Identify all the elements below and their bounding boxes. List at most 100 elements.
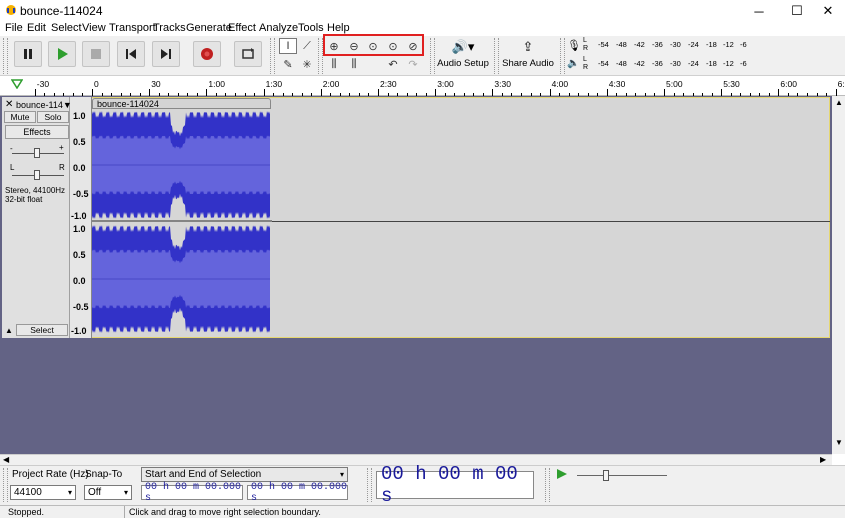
audio-setup-button[interactable]: 🔊▾ Audio Setup [437,39,489,73]
scroll-right-icon[interactable]: ▶ [820,455,826,464]
pause-icon [24,49,32,59]
menu-effect[interactable]: Effect [228,22,256,35]
zoom-toggle-icon[interactable]: ⊘ [404,38,422,54]
fit-project-icon[interactable]: ⊙ [384,38,402,54]
selection-mode-value: Start and End of Selection [145,469,262,480]
scale-label: 1.0 [73,111,86,121]
play-head-icon[interactable] [11,79,23,89]
selection-end-time[interactable]: 00 h 00 m 00.000 s [247,482,348,504]
play-button[interactable] [48,41,76,67]
record-meter[interactable]: L R -54 -48 -42 -36 -30 -24 -18 -12 -6 [578,37,750,55]
meter-tick: -12 [723,40,734,49]
gain-slider-thumb[interactable] [34,148,40,158]
audacity-app-icon [6,5,16,15]
undo-icon[interactable]: ↶ [384,56,402,72]
toolbar-grip[interactable] [3,38,8,74]
zoom-in-icon[interactable]: ⊕ [325,38,343,54]
meter-tick: -36 [652,59,663,68]
timeline-ruler[interactable]: -30 0 30 1:00 1:30 2:00 2:30 3:00 3:30 4:00 4:30 5:… [0,76,845,96]
skip-to-start-button[interactable] [117,41,145,67]
maximize-button[interactable]: ☐ [780,0,814,22]
toolbar-grip[interactable] [318,38,323,74]
scroll-down-icon[interactable]: ▼ [835,438,843,447]
menu-help[interactable]: Help [327,22,350,35]
toolbar-grip[interactable] [545,468,550,502]
envelope-tool-icon[interactable]: ⟋ [298,38,316,54]
track-format-depth: 32-bit float [5,195,43,204]
minimize-button[interactable]: ─ [742,0,776,22]
menu-analyze[interactable]: Analyze [259,22,298,35]
zoom-out-icon[interactable]: ⊖ [345,38,363,54]
record-icon [201,48,213,60]
menu-generate[interactable]: Generate [186,22,232,35]
toolbar-area: I ⟋ ✎ ✳ ⊕ ⊖ ⊙ ⊙ ⊘ ⫼ ⫼ ↶ ↷ 🔊▾ Audio Setup… [0,36,845,76]
menu-file[interactable]: File [5,22,23,35]
skip-to-end-button[interactable] [152,41,180,67]
selection-mode-select[interactable]: Start and End of Selection ▾ [141,467,348,482]
menu-tracks[interactable]: Tracks [153,22,186,35]
menu-tools[interactable]: Tools [298,22,324,35]
play-speed-thumb[interactable] [603,470,609,481]
select-track-button[interactable]: Select [16,324,68,336]
meter-channel-label: R [583,64,589,71]
menu-transport[interactable]: Transport [109,22,156,35]
solo-button[interactable]: Solo [37,111,69,123]
ruler-tick-mark [835,89,837,96]
status-bar: Stopped. Click and drag to move right se… [0,505,845,518]
stop-icon [91,49,101,59]
pause-button[interactable] [14,41,42,67]
meter-tick: -6 [740,59,747,68]
gain-minus-label: - [10,144,13,153]
waveform[interactable] [92,109,272,337]
scale-label: 1.0 [73,224,86,234]
meter-tick: -54 [598,40,609,49]
audio-position-time[interactable]: 00 h 00 m 00 s [376,463,534,507]
track-name-menu[interactable]: bounce-114▼ [16,100,70,110]
meter-tick: -12 [723,59,734,68]
toolbar-grip[interactable] [367,468,372,502]
toolbar-grip[interactable] [270,38,275,74]
fit-selection-icon[interactable]: ⊙ [364,38,382,54]
selection-tool-icon[interactable]: I [279,38,297,54]
upload-icon: ⇪ [522,39,534,54]
close-track-icon[interactable]: ✕ [5,99,13,110]
toolbar-grip[interactable] [560,38,565,74]
ruler-tick-label: 3:00 [437,79,454,89]
ruler-tick-mark [606,89,608,96]
redo-icon[interactable]: ↷ [404,56,422,72]
ruler-tick-label: -30 [36,79,50,89]
play-at-speed-icon[interactable] [555,468,569,480]
pan-slider-thumb[interactable] [34,170,40,180]
effects-button[interactable]: Effects [5,125,69,139]
skip-start-icon [126,49,136,59]
multi-tool-icon[interactable]: ✳ [298,56,316,72]
menu-view[interactable]: View [82,22,106,35]
trim-audio-icon[interactable]: ⫼ [325,56,343,72]
clip-title-bar[interactable]: bounce-114024 [92,98,271,109]
playback-meter[interactable]: L R -54 -48 -42 -36 -30 -24 -18 -12 -6 [578,56,750,74]
toolbar-grip[interactable] [430,38,435,74]
project-rate-select[interactable]: 44100 ▾ [10,485,76,500]
snap-to-select[interactable]: Off ▾ [84,485,132,500]
scroll-left-icon[interactable]: ◀ [3,455,9,464]
stop-button[interactable] [82,41,110,67]
share-audio-button[interactable]: ⇪ Share Audio [501,39,555,73]
mute-button[interactable]: Mute [4,111,36,123]
dropdown-icon: ▾ [339,470,344,479]
toolbar-grip[interactable] [494,38,499,74]
toolbar-grip[interactable] [3,468,8,502]
silence-audio-icon[interactable]: ⫼ [345,56,363,72]
loop-button[interactable] [234,41,262,67]
scroll-up-icon[interactable]: ▲ [835,98,843,107]
play-speed-slider[interactable] [577,475,667,476]
ruler-tick-mark [721,89,723,96]
menu-select[interactable]: Select [51,22,82,35]
selection-start-time[interactable]: 00 h 00 m 00.000 s [141,482,243,504]
menu-edit[interactable]: Edit [27,22,46,35]
collapse-track-icon[interactable]: ▲ [5,326,13,335]
record-button[interactable] [193,41,221,67]
vertical-scrollbar[interactable]: ▲ ▼ [832,96,845,454]
close-button[interactable]: ✕ [811,0,845,22]
draw-tool-icon[interactable]: ✎ [279,56,297,72]
vertical-scale[interactable]: 1.0 0.5 0.0 -0.5 -1.0 1.0 0.5 0.0 -0.5 -… [70,97,92,338]
